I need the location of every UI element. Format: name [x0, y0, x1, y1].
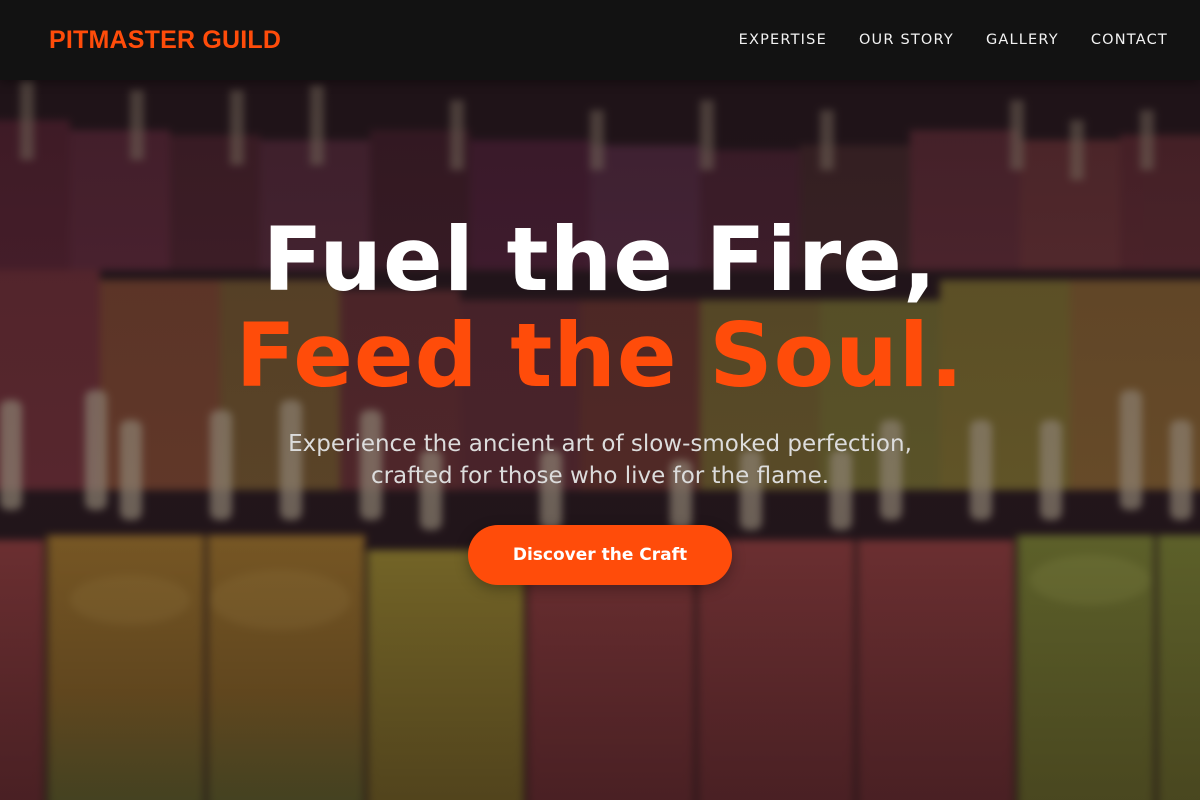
- discover-the-craft-button[interactable]: Discover the Craft: [468, 525, 732, 585]
- nav-links: EXPERTISE OUR STORY GALLERY CONTACT: [739, 32, 1168, 48]
- headline-line-1: Fuel the Fire,: [262, 208, 938, 311]
- nav-link-our-story[interactable]: OUR STORY: [859, 32, 954, 48]
- page: Fuel the Fire, Feed the Soul. Experience…: [0, 0, 1200, 800]
- headline-line-2: Feed the Soul.: [235, 304, 965, 407]
- nav-link-gallery[interactable]: GALLERY: [986, 32, 1059, 48]
- subtitle-line-1: Experience the ancient art of slow-smoke…: [288, 431, 912, 457]
- site-logo[interactable]: PITMASTER GUILD: [49, 26, 281, 55]
- hero-subtitle: Experience the ancient art of slow-smoke…: [250, 428, 950, 492]
- hero-section: Fuel the Fire, Feed the Soul. Experience…: [0, 0, 1200, 800]
- navbar: PITMASTER GUILD EXPERTISE OUR STORY GALL…: [0, 0, 1200, 80]
- nav-link-expertise[interactable]: EXPERTISE: [739, 32, 827, 48]
- nav-link-contact[interactable]: CONTACT: [1091, 32, 1168, 48]
- hero-headline: Fuel the Fire, Feed the Soul.: [0, 212, 1200, 404]
- subtitle-line-2: crafted for those who live for the flame…: [370, 463, 830, 489]
- hero-content: Fuel the Fire, Feed the Soul. Experience…: [0, 212, 1200, 585]
